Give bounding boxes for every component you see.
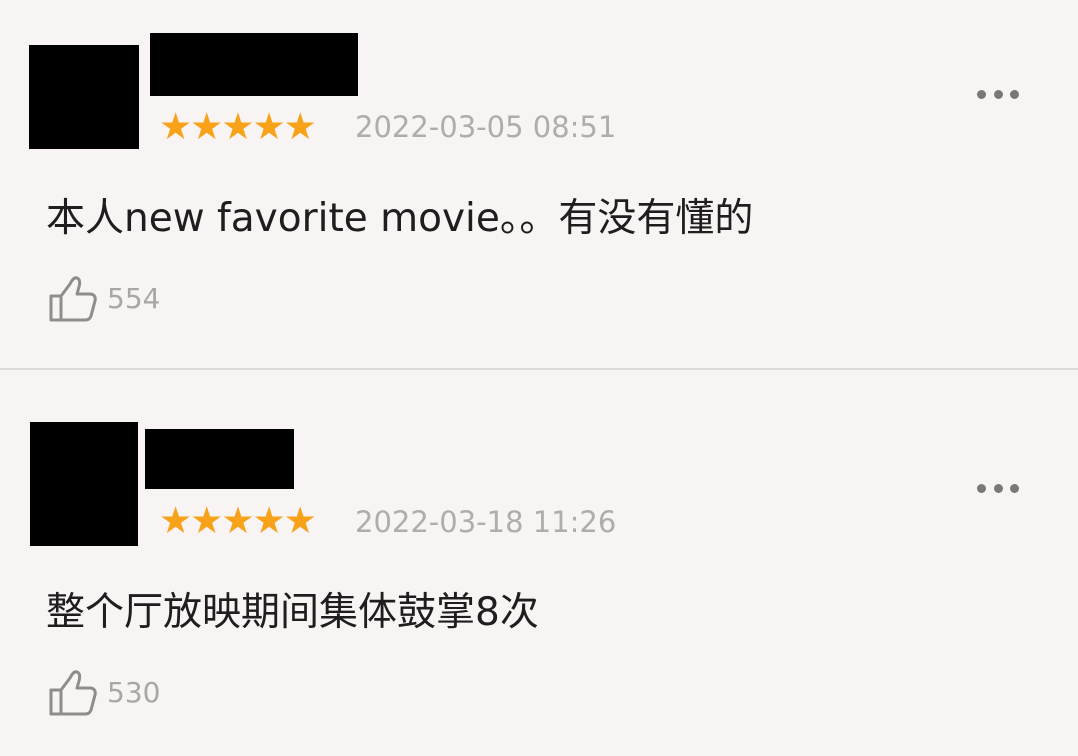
- thumbs-up-icon: [49, 276, 97, 322]
- avatar-redacted[interactable]: [30, 422, 138, 546]
- like-button[interactable]: 554: [48, 274, 160, 324]
- comment-item: ★★★★★ 2022-03-05 08:51 本人new favorite mo…: [0, 0, 1078, 368]
- comment-timestamp: 2022-03-05 08:51: [355, 110, 617, 144]
- like-count: 554: [107, 282, 161, 315]
- thumbs-up-icon: [49, 670, 97, 716]
- more-options-icon[interactable]: [977, 88, 1019, 100]
- comment-timestamp: 2022-03-18 11:26: [355, 505, 617, 539]
- star-rating: ★★★★★: [159, 499, 317, 542]
- username-redacted[interactable]: [150, 33, 358, 96]
- like-count: 530: [107, 676, 161, 709]
- comment-item: ★★★★★ 2022-03-18 11:26 整个厅放映期间集体鼓掌8次 530: [0, 370, 1078, 756]
- username-redacted[interactable]: [145, 429, 294, 489]
- comment-text: 本人new favorite movie。。有没有懂的: [46, 196, 754, 241]
- star-rating: ★★★★★: [159, 105, 317, 148]
- comment-text: 整个厅放映期间集体鼓掌8次: [46, 590, 539, 635]
- more-options-icon[interactable]: [977, 482, 1019, 494]
- avatar-redacted[interactable]: [29, 45, 139, 149]
- like-button[interactable]: 530: [48, 668, 160, 718]
